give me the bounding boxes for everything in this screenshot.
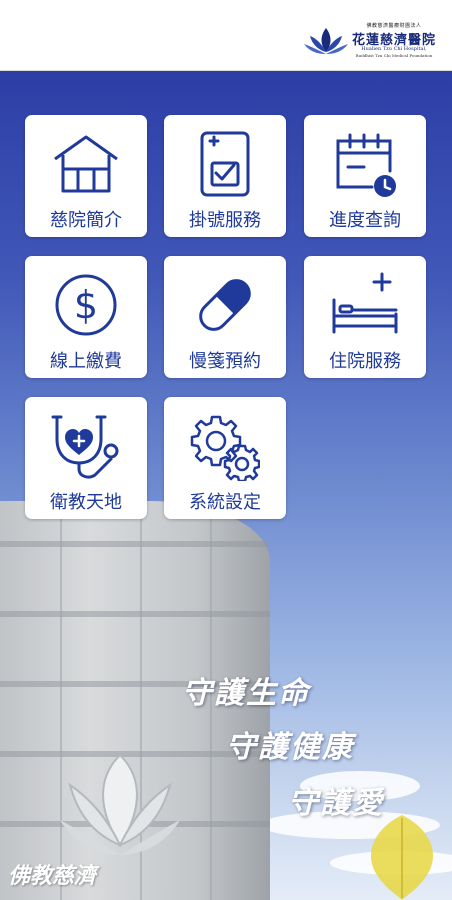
- hospital-bed-icon: [332, 272, 398, 334]
- menu-tile-health-education[interactable]: 衛教天地: [25, 397, 147, 519]
- menu-label: 系統設定: [189, 492, 261, 513]
- house-icon: [54, 135, 118, 193]
- menu-label: 慢箋預約: [189, 351, 261, 372]
- pill-icon: [199, 279, 251, 331]
- clipboard-check-icon: [200, 131, 250, 197]
- menu-tile-prescription-booking[interactable]: 慢箋預約: [164, 256, 286, 378]
- menu-label: 進度查詢: [329, 210, 401, 231]
- dollar-circle-icon: $: [55, 274, 117, 336]
- menu-tile-registration[interactable]: 掛號服務: [164, 115, 286, 237]
- stethoscope-heart-icon: [51, 415, 119, 479]
- logo-english-foundation: Buddhist Tzu Chi Medical Foundation: [355, 53, 433, 58]
- menu-tile-hospital-intro[interactable]: 慈院簡介: [25, 115, 147, 237]
- menu-tile-system-settings[interactable]: 系統設定: [164, 397, 286, 519]
- menu-tile-online-payment[interactable]: $ 線上繳費: [25, 256, 147, 378]
- tzu-chi-emblem-icon: [60, 753, 180, 855]
- menu-label: 住院服務: [329, 351, 401, 372]
- logo-org-text: 佛教慈濟醫療財團法人: [366, 23, 422, 29]
- gears-icon: [190, 415, 260, 481]
- hospital-logo: 佛教慈濟醫療財團法人 花蓮慈濟醫院 Hualien Tzu Chi Hospit…: [304, 22, 444, 68]
- menu-label: 衛教天地: [50, 492, 122, 513]
- bodhi-leaf-icon: [370, 815, 434, 900]
- menu-tile-progress-query[interactable]: 進度查詢: [304, 115, 426, 237]
- menu-label: 掛號服務: [189, 210, 261, 231]
- building-sign-text: 佛教慈濟: [8, 863, 97, 889]
- slogan-2: 守護健康: [226, 730, 354, 765]
- calendar-clock-icon: [336, 133, 396, 197]
- menu-label: 慈院簡介: [50, 210, 122, 231]
- slogan-1: 守護生命: [182, 676, 310, 711]
- logo-english-name: Hualien Tzu Chi Hospital,: [361, 46, 427, 52]
- svg-text:$: $: [74, 283, 98, 327]
- lotus-emblem-icon: [304, 28, 348, 54]
- menu-label: 線上繳費: [50, 351, 122, 372]
- app-header: 佛教慈濟醫療財團法人 花蓮慈濟醫院 Hualien Tzu Chi Hospit…: [0, 0, 452, 71]
- slogan-3: 守護愛: [288, 786, 384, 821]
- menu-tile-inpatient-service[interactable]: 住院服務: [304, 256, 426, 378]
